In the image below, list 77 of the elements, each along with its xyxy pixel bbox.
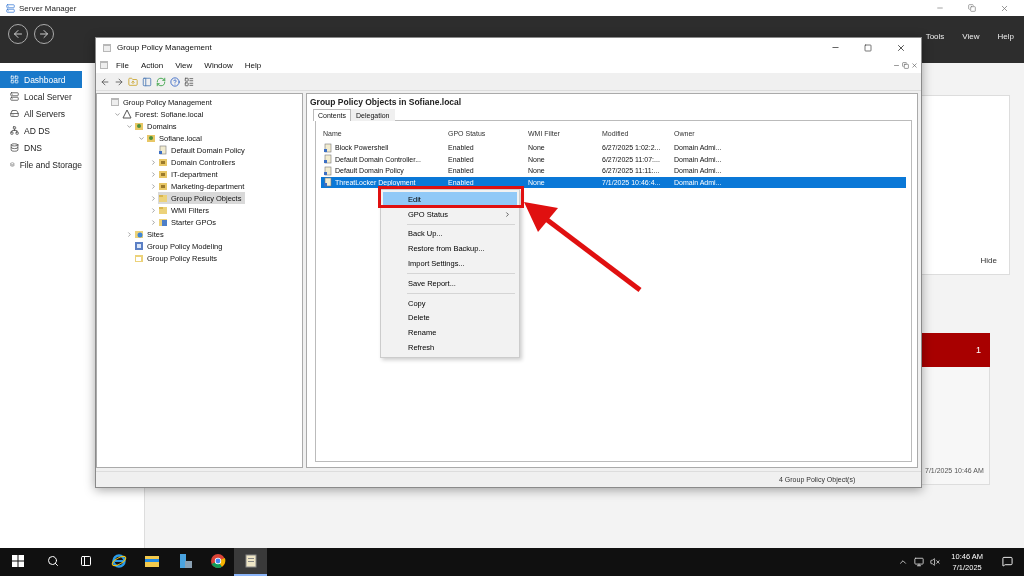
scroll-icon [323, 142, 333, 153]
triangle-icon [122, 109, 132, 119]
arrow-right-icon [38, 28, 50, 40]
menu-item[interactable]: Action [135, 60, 169, 70]
network-icon[interactable] [914, 557, 925, 567]
window-title: Server Manager [19, 3, 77, 13]
forward-icon[interactable] [114, 76, 124, 87]
storage-icon [10, 160, 15, 169]
scroll-icon [158, 145, 168, 155]
grid-icon [10, 75, 19, 84]
browser-e-icon [110, 553, 127, 569]
chevron-icon[interactable] [112, 110, 122, 118]
help-icon[interactable] [170, 76, 180, 87]
menu-item[interactable]: Window [199, 60, 238, 70]
search-icon [46, 555, 59, 567]
windows-logo-icon [12, 555, 24, 567]
console-icon [110, 97, 120, 107]
menu-item[interactable]: Tools [919, 32, 951, 41]
domain-icon [146, 133, 156, 143]
server-manager-icon [6, 3, 15, 13]
notification-icon [1002, 555, 1013, 567]
sidebar-item[interactable]: AD DS [0, 122, 82, 139]
scroll-icon [323, 165, 333, 176]
minimize-icon [936, 4, 944, 12]
chevron-icon[interactable] [124, 122, 134, 130]
chrome-icon [209, 553, 226, 569]
sidebar-item[interactable]: Local Server [0, 88, 82, 105]
menu-item[interactable]: View [170, 60, 198, 70]
alert-count-tile[interactable]: 1 [922, 333, 990, 367]
folder-icon [158, 205, 168, 215]
taskbar-app[interactable] [234, 548, 267, 576]
close-icon [999, 3, 1009, 13]
task-view-icon [79, 555, 92, 567]
chevron-up-icon[interactable] [898, 557, 909, 567]
sidebar-item[interactable]: All Servers [0, 105, 82, 122]
sites-icon [134, 229, 144, 239]
menu-item[interactable]: Help [239, 60, 267, 70]
close-icon [896, 42, 906, 53]
volume-muted-icon[interactable] [930, 557, 941, 567]
folder-icon [158, 157, 168, 167]
folder-icon [158, 169, 168, 179]
panel-icon[interactable] [142, 76, 152, 87]
folder-icon [158, 217, 168, 227]
list-icon[interactable] [184, 76, 194, 87]
menu-item[interactable]: File [111, 60, 134, 70]
close-icon[interactable] [911, 61, 918, 69]
menu-item[interactable]: View [956, 32, 986, 41]
maximize-icon [864, 43, 872, 52]
console-icon [102, 42, 112, 53]
console-icon [99, 60, 109, 70]
results-icon [134, 253, 144, 263]
folder-icon [158, 193, 168, 203]
database-icon [10, 143, 19, 152]
scroll-icon [323, 154, 333, 165]
domain-icon [134, 121, 144, 131]
modeling-icon [134, 241, 144, 251]
network-icon [10, 126, 19, 135]
pane-heading: Group Policy Objects in Sofiane.local [310, 97, 463, 107]
restore-icon [968, 4, 976, 12]
scroll-icon [323, 177, 333, 188]
folder-icon [143, 554, 160, 568]
sidebar-item[interactable]: Dashboard [0, 71, 82, 88]
server-icon [10, 92, 19, 101]
scroll-icon [242, 553, 259, 569]
refresh-icon[interactable] [156, 76, 166, 87]
hide-link[interactable]: Hide [980, 256, 997, 265]
window-title: Group Policy Management [117, 43, 212, 52]
sidebar-item[interactable]: DNS [0, 139, 82, 156]
menu-item[interactable]: Help [991, 32, 1020, 41]
back-icon[interactable] [100, 76, 110, 87]
sidebar-item[interactable]: File and Storage [0, 156, 82, 173]
chevron-icon[interactable] [136, 134, 146, 142]
folder-icon [158, 181, 168, 191]
folder-up-icon[interactable] [128, 76, 138, 87]
arrow-left-icon [12, 28, 24, 40]
servers-icon [10, 109, 19, 118]
restore-icon[interactable] [902, 61, 909, 69]
